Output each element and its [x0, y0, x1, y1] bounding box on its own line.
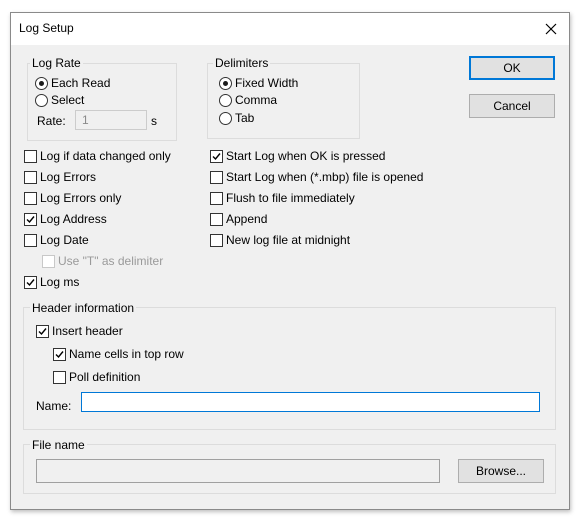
checkbox-icon [24, 233, 37, 247]
rate-input[interactable]: 1 [75, 110, 147, 130]
log-ms-checkbox[interactable]: Log ms [24, 274, 79, 290]
checkbox-icon [210, 233, 223, 247]
checkbox-icon [24, 149, 37, 163]
checkbox-icon [24, 170, 37, 184]
checkbox-icon [210, 170, 223, 184]
header-info-label: Header information [30, 301, 137, 315]
radio-icon [35, 93, 48, 107]
checkmark-icon [24, 275, 37, 289]
file-name-label: File name [30, 438, 87, 452]
checkmark-icon [53, 347, 66, 361]
log-address-checkbox[interactable]: Log Address [24, 211, 107, 227]
file-name-input[interactable] [36, 459, 440, 483]
checkmark-icon [36, 324, 49, 338]
checkbox-icon [24, 191, 37, 205]
log-setup-dialog: Log Setup Log Rate Each Read Select Rate… [10, 12, 570, 510]
rate-label: Rate: [37, 114, 66, 128]
log-errors-checkbox[interactable]: Log Errors [24, 169, 96, 185]
name-input[interactable] [81, 392, 540, 412]
checkmark-icon [24, 212, 37, 226]
delimiters-label: Delimiters [213, 56, 271, 70]
cancel-button[interactable]: Cancel [469, 94, 555, 118]
checkbox-icon [210, 191, 223, 205]
radio-icon [35, 76, 48, 90]
checkmark-icon [210, 149, 223, 163]
log-date-checkbox[interactable]: Log Date [24, 232, 89, 248]
ok-button[interactable]: OK [469, 56, 555, 80]
title-bar: Log Setup [11, 13, 569, 45]
start-log-ok-checkbox[interactable]: Start Log when OK is pressed [210, 148, 385, 164]
start-log-mbp-checkbox[interactable]: Start Log when (*.mbp) file is opened [210, 169, 423, 185]
new-log-midnight-checkbox[interactable]: New log file at midnight [210, 232, 350, 248]
log-if-changed-checkbox[interactable]: Log if data changed only [24, 148, 171, 164]
log-rate-label: Log Rate [30, 56, 83, 70]
checkbox-icon [53, 370, 66, 384]
close-icon[interactable] [539, 17, 563, 41]
insert-header-checkbox[interactable]: Insert header [36, 323, 123, 339]
log-errors-only-checkbox[interactable]: Log Errors only [24, 190, 121, 206]
tab-radio[interactable]: Tab [219, 110, 254, 126]
append-checkbox[interactable]: Append [210, 211, 267, 227]
name-cells-checkbox[interactable]: Name cells in top row [53, 346, 184, 362]
fixed-width-radio[interactable]: Fixed Width [219, 75, 298, 91]
checkbox-icon [42, 254, 55, 268]
select-radio[interactable]: Select [35, 92, 84, 108]
checkbox-icon [210, 212, 223, 226]
poll-definition-checkbox[interactable]: Poll definition [53, 369, 140, 385]
use-t-delimiter-checkbox[interactable]: Use "T" as delimiter [42, 253, 163, 269]
name-label: Name: [36, 399, 72, 413]
flush-checkbox[interactable]: Flush to file immediately [210, 190, 355, 206]
radio-icon [219, 93, 232, 107]
comma-radio[interactable]: Comma [219, 92, 277, 108]
radio-icon [219, 111, 232, 125]
radio-icon [219, 76, 232, 90]
each-read-radio[interactable]: Each Read [35, 75, 110, 91]
browse-button[interactable]: Browse... [458, 459, 544, 483]
dialog-title: Log Setup [19, 21, 74, 35]
rate-unit: s [151, 114, 157, 128]
